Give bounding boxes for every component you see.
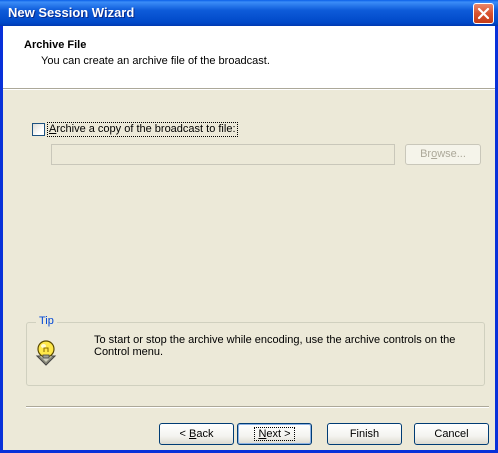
browse-button[interactable]: Browse... (405, 144, 481, 165)
archive-label-text: rchive a copy of the broadcast to file: (56, 123, 236, 135)
close-button[interactable] (473, 3, 494, 24)
close-icon (477, 7, 490, 20)
footer-divider-highlight (26, 407, 489, 408)
back-label-pre: < (179, 428, 189, 440)
next-button[interactable]: Next > (237, 423, 312, 445)
lightbulb-icon (35, 340, 57, 366)
window-title: New Session Wizard (8, 5, 135, 20)
tip-text: To start or stop the archive while encod… (94, 334, 456, 358)
back-button[interactable]: < Back (159, 423, 234, 445)
wizard-header: Archive File You can create an archive f… (3, 26, 495, 88)
cancel-button[interactable]: Cancel (414, 423, 489, 445)
browse-label-pre: Br (420, 148, 432, 160)
next-label-post: ext > (266, 428, 291, 440)
finish-button[interactable]: Finish (327, 423, 402, 445)
archive-path-input[interactable] (51, 144, 395, 165)
browse-label-post: wse... (437, 148, 466, 160)
title-bar[interactable]: New Session Wizard (0, 0, 498, 26)
archive-checkbox[interactable] (32, 123, 45, 136)
archive-checkbox-label[interactable]: Archive a copy of the broadcast to file: (47, 122, 238, 137)
wizard-window: New Session Wizard Archive File You can … (0, 0, 498, 453)
page-title: Archive File (24, 39, 87, 51)
back-label-post: ack (196, 428, 214, 440)
tip-title: Tip (36, 315, 57, 327)
next-button-focus: Next > (254, 427, 295, 441)
header-divider-highlight (3, 89, 495, 90)
page-subtitle: You can create an archive file of the br… (41, 55, 270, 67)
